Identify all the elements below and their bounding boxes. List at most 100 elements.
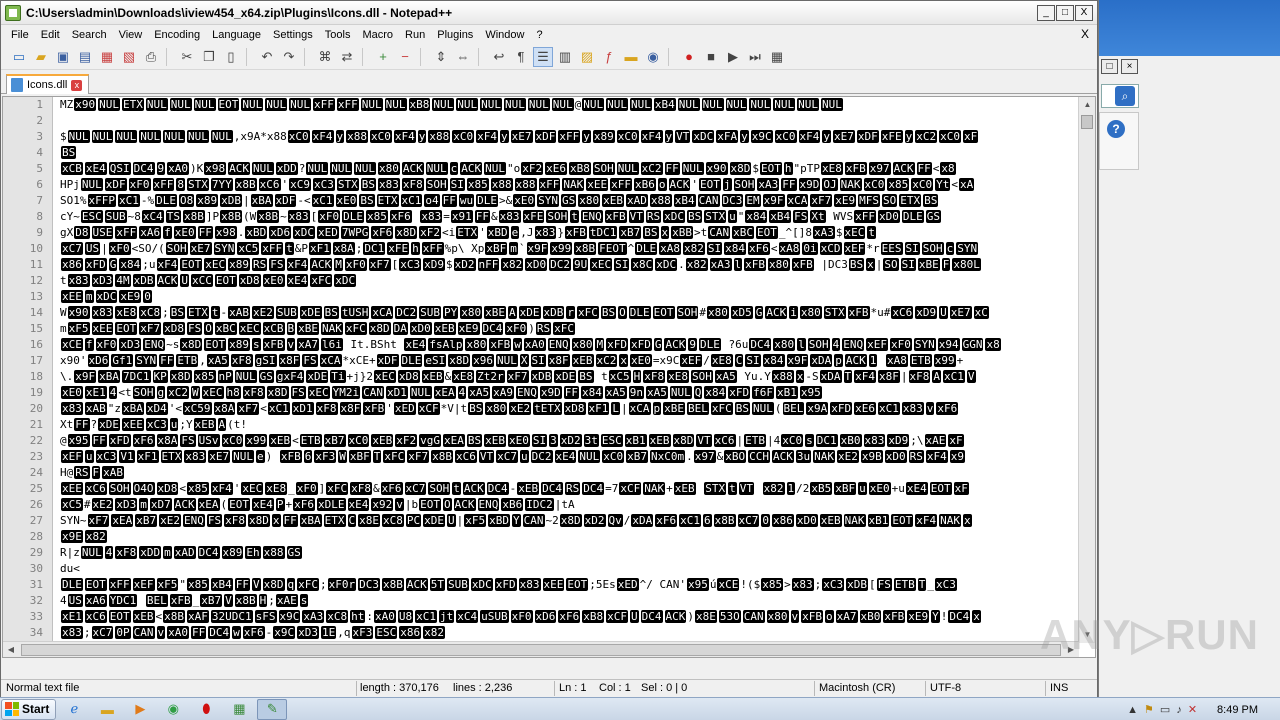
menu-language[interactable]: Language [206,29,267,41]
text-line[interactable]: 27 SYN~ xF7 xEA xB7 xE2 ENQ FS xF8 x8D x FF xBA ETX Cx… [3,513,1079,529]
text-line[interactable]: 4 BS [3,145,1079,161]
text-line[interactable]: 28 x9E x82 [3,529,1079,545]
zoom-in-icon[interactable]: + [373,47,393,67]
text-line[interactable]: 13 xEE m xDC xE9 0 [3,289,1079,305]
play-macro-icon[interactable]: ▶ [723,47,743,67]
menu-help[interactable]: ? [530,29,548,41]
horizontal-scrollbar[interactable]: ◀ ▶ [3,641,1079,657]
text-line[interactable]: 1 MZ x90 NUL ETX NUL NUL NUL EOT NUL NUL NUL xFF xFF N… [3,97,1079,113]
menu-view[interactable]: View [113,29,149,41]
start-button[interactable]: Start [1,698,57,720]
text-line[interactable]: 22 @ x95 FF xFD xF6 x8A FS USv xC0 x99 xEB < ETB xB7 xC… [3,433,1079,449]
text-line[interactable]: 10 xC7 US | xF0 <SO/(SOH xE7 SYN xC5 xFF t &P xF1 x8A… [3,241,1079,257]
horizontal-scroll-thumb[interactable] [21,644,1061,656]
text-line[interactable]: 32 4 US xA6 YDC1 BEL xFB _ xB7 Vx8B H; xAE s [3,593,1079,609]
scroll-up-icon[interactable]: ▲ [1079,97,1095,113]
maximize-button[interactable]: □ [1056,4,1074,21]
help-icon[interactable]: ? [1107,120,1125,138]
cut-icon[interactable]: ✂ [177,47,197,67]
show-all-chars-icon[interactable]: ¶ [511,47,531,67]
save-all-icon[interactable]: ▤ [75,47,95,67]
text-line[interactable]: 19 xE0 xE1 4 <t SOH g xC2 WxEC h8 xF8 x8D FS xEC YM2i C… [3,385,1079,401]
text-line[interactable]: 9 gX D8 USE xFF xA6 f xE0 FF x98. xBD xD6 xDC xED 7WPG… [3,225,1079,241]
text-line[interactable]: 3 $ NUL NUL NUL NUL NUL NUL NUL ,x9A*x88 xC0 xF4 y x8… [3,129,1079,145]
folder-workspace-icon[interactable]: ▬ [621,47,641,67]
tray-expand-icon[interactable]: ▲ [1127,704,1138,716]
vertical-scrollbar[interactable]: ▲ ▼ [1078,97,1095,643]
media-player-icon[interactable]: ▶ [125,699,155,720]
text-line[interactable]: 31 DLE EOT xFF xEF xF5 " x85 xB4 FF Vx8D q xFC; xF0r D… [3,577,1079,593]
doc-map-icon[interactable]: ▨ [577,47,597,67]
notepad-plus-taskbar-icon[interactable]: ✎ [257,698,288,720]
undo-icon[interactable]: ↶ [257,47,277,67]
text-line[interactable]: 33 xE1 xC6 EOT xEB < x8B xAF 32UDC1 sFS x9C xA3 xC8 h… [3,609,1079,625]
text-line[interactable]: 16 xCE f xF0 xD3 ENQ ~s x8D EOT x89 s xFB v xA7 l6i It… [3,337,1079,353]
security-icon[interactable]: ✕ [1188,703,1197,716]
paste-icon[interactable]: ▯ [221,47,241,67]
text-lines[interactable]: 1 MZ x90 NUL ETX NUL NUL NUL EOT NUL NUL NUL xFF xFF N… [3,97,1079,643]
network-icon[interactable]: ▭ [1160,703,1170,716]
close-all-icon[interactable]: ▧ [119,47,139,67]
menu-edit[interactable]: Edit [35,29,66,41]
text-line[interactable]: 7 SO1% xFFP xC1 -% DLE O8 x89 xDB | xBA xDF -< xC1 xE0… [3,193,1079,209]
menu-macro[interactable]: Macro [356,29,399,41]
text-line[interactable]: 6 HPj NUL xDF xF0 xFF 8 STX 7YY x8B xC6 ' xC9 xC3 STX B… [3,177,1079,193]
text-line[interactable]: 29 R|z NUL 4 xF8 xDD m xAD DC4 x89 Eh x88 GS [3,545,1079,561]
udl-icon[interactable]: ▥ [555,47,575,67]
text-line[interactable]: 26 xC5 # xE2 xD3 m xD7 ACK xEA(EOT xE4 P + xF6 xDLE xE… [3,497,1079,513]
text-line[interactable]: 2 [3,113,1079,129]
menu-encoding[interactable]: Encoding [148,29,206,41]
monitor-icon[interactable]: ◉ [643,47,663,67]
text-line[interactable]: 30 du< [3,561,1079,577]
print-icon[interactable]: ⎙ [141,47,161,67]
menu-run[interactable]: Run [399,29,431,41]
scroll-left-icon[interactable]: ◀ [3,642,19,657]
save-icon[interactable]: ▣ [53,47,73,67]
zoom-out-icon[interactable]: − [395,47,415,67]
app-grid-icon[interactable]: ▦ [224,699,254,720]
ie-icon[interactable]: ℯ [59,699,89,720]
redo-icon[interactable]: ↷ [279,47,299,67]
text-line[interactable]: 17 x90' xD6 Gf1 SYN FF ETB, xA5 xF8 gSI x8F FS xCA *x… [3,353,1079,369]
save-macro-icon[interactable]: ▦ [767,47,787,67]
word-wrap-icon[interactable]: ↩ [489,47,509,67]
flag-icon[interactable]: ⚑ [1144,703,1154,716]
minimize-button[interactable]: _ [1037,4,1055,21]
text-line[interactable]: 23 xEF u xC3 V1 xF1 ETX x83 xE7 NUL e) xFB 6 xF3 WxBF… [3,449,1079,465]
menu-file[interactable]: File [5,29,35,41]
text-line[interactable]: 15 m xF5 xEE EOT xF7 xD8 FS OxBC xEC xCB BxBE NAK xFC… [3,321,1079,337]
new-file-icon[interactable]: ▭ [9,47,29,67]
text-line[interactable]: 25 xEE xC6 SOH O4O xD8 < x85 xF4 ' xEC xE8 _ xF0] xFC x… [3,481,1079,497]
bg-close-button[interactable]: × [1121,59,1138,74]
find-icon[interactable]: ⌘ [315,47,335,67]
text-line[interactable]: 8 cY~ ESC SUB ~8 xC4 TS x8B]P x8B (W x8B ~ x83[xF0 DL… [3,209,1079,225]
function-list-icon[interactable]: ƒ [599,47,619,67]
explorer-icon[interactable]: ▬ [92,699,122,720]
sync-horizontal-icon[interactable]: ⇔ [453,47,473,67]
open-file-icon[interactable]: ▰ [31,47,51,67]
copy-icon[interactable]: ❐ [199,47,219,67]
volume-icon[interactable]: ♪ [1176,704,1182,716]
text-line[interactable]: 12 t x83 xD3 4M xDB ACK UxCC EOT xD8 xE0 xE4 xFC xDC [3,273,1079,289]
search-icon[interactable]: ⌕ [1115,86,1135,106]
indent-guide-icon[interactable]: ☰ [533,46,553,67]
close-file-icon[interactable]: ▦ [97,47,117,67]
editor-area[interactable]: 1 MZ x90 NUL ETX NUL NUL NUL EOT NUL NUL NUL xFF xFF N… [2,96,1096,658]
tab-icons-dll[interactable]: Icons.dll x [6,74,90,94]
sync-vertical-icon[interactable]: ⇕ [431,47,451,67]
text-line[interactable]: 34 x83; xC7 0P CAN v xA0 FF DC4 w xF6- x9C xD3 1E ,q xF… [3,625,1079,641]
replace-icon[interactable]: ⇄ [337,47,357,67]
menu-plugins[interactable]: Plugins [431,29,479,41]
clock[interactable]: 8:49 PM [1217,704,1258,716]
opera-icon[interactable]: ⬮ [191,699,221,720]
play-multiple-icon[interactable]: ⏭ [745,47,765,67]
text-line[interactable]: 20 x83 xAB "z xBA xD4 '< xC59 x8A xF7 < xC1 xD1 xF8 x8… [3,401,1079,417]
text-line[interactable]: 5 xCB xE4 QSI DC4 9 xA0)K x98 ACK NUL xDD? NUL NUL NU… [3,161,1079,177]
menu-settings[interactable]: Settings [267,29,319,41]
close-document-x[interactable]: X [1081,27,1089,41]
bg-maximize-button[interactable]: □ [1101,59,1118,74]
text-line[interactable]: 11 x86 xFD Gx84 ;u xF4 EOT xEC x89 RS FS xF4 ACK MxF0… [3,257,1079,273]
menu-tools[interactable]: Tools [319,29,357,41]
close-button[interactable]: X [1075,4,1093,21]
stop-macro-icon[interactable]: ■ [701,47,721,67]
